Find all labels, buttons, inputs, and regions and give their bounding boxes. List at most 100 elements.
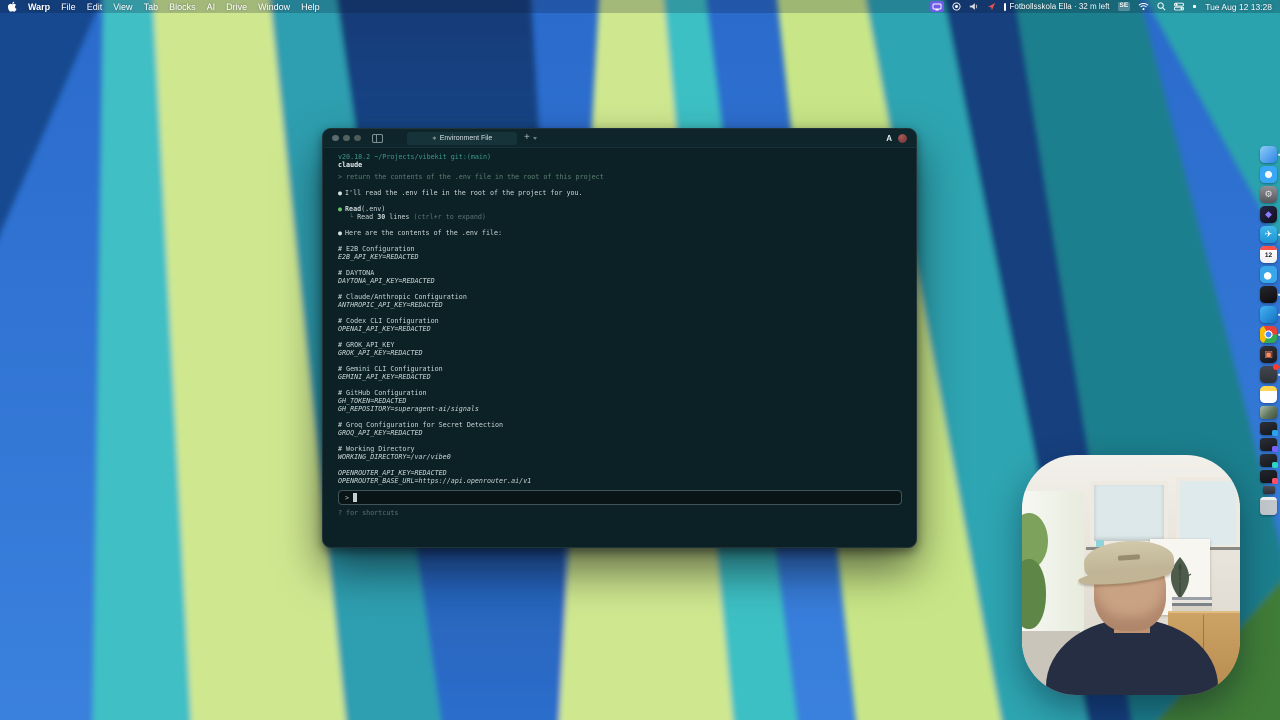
menu-item[interactable]: Edit [87, 2, 103, 12]
tab-prefix-icon: ∗ [432, 135, 437, 142]
apple-menu-icon[interactable] [8, 1, 17, 12]
tab-environment-file[interactable]: ∗ Environment File [407, 132, 517, 145]
window-title-bar: ∗ Environment File + A [323, 129, 916, 148]
env-line [338, 285, 902, 293]
sidebar-toggle-icon[interactable] [372, 134, 383, 143]
terminal-app-icon[interactable] [1260, 286, 1277, 303]
env-line: # GitHub Configuration [338, 389, 902, 397]
badge [1273, 364, 1279, 370]
menu-extra-dot-icon[interactable] [1192, 1, 1197, 12]
header-right-group: A [886, 134, 907, 143]
tool-bullet-icon: ● [338, 205, 342, 213]
badge [1272, 446, 1278, 452]
photo-thumbnail-icon[interactable] [1260, 406, 1277, 419]
chevron-down-icon[interactable] [533, 137, 537, 140]
obsidian-icon[interactable]: ◆ [1260, 206, 1277, 223]
env-line: # E2B Configuration [338, 245, 902, 253]
env-file-contents: # E2B ConfigurationE2B_API_KEY=REDACTED#… [338, 245, 902, 485]
user-prompt-line: > return the contents of the .env file i… [338, 173, 902, 181]
timer-label: Fotbollsskola Ella · 32 m left [1009, 2, 1109, 11]
env-line: OPENROUTER_API_KEY=REDACTED [338, 469, 902, 477]
env-line: GROQ_API_KEY=REDACTED [338, 429, 902, 437]
menu-bar-status: Fotbollsskola Ella · 32 m left SE Tue Au… [930, 1, 1272, 12]
zoom-window-button[interactable] [354, 135, 361, 142]
discord-icon[interactable] [1260, 366, 1277, 383]
minimized-window-icon[interactable] [1260, 454, 1277, 467]
minimized-window-icon[interactable] [1260, 438, 1277, 451]
timer-status[interactable]: Fotbollsskola Ella · 32 m left [1004, 2, 1109, 11]
menu-item[interactable]: Help [301, 2, 320, 12]
env-line [338, 357, 902, 365]
trash-icon[interactable] [1260, 497, 1277, 515]
screen-share-icon[interactable] [930, 1, 944, 12]
tool-call-line: ●Read(.env) [338, 205, 902, 213]
env-line: # GROK_API_KEY [338, 341, 902, 349]
new-tab-button[interactable]: + [524, 133, 530, 143]
env-line: # Codex CLI Configuration [338, 317, 902, 325]
shortcut-hint: ? for shortcuts [338, 509, 902, 517]
safari-icon[interactable] [1260, 166, 1277, 183]
badge [1272, 462, 1278, 468]
env-line [338, 261, 902, 269]
env-line: WORKING_DIRECTORY=/var/vibe0 [338, 453, 902, 461]
account-initial[interactable]: A [886, 134, 892, 143]
webcam-overlay[interactable] [1022, 455, 1240, 695]
avatar[interactable] [898, 134, 907, 143]
tab-title: Environment File [440, 135, 493, 142]
app-menus: Warp File Edit View Tab Blocks AI Drive Window He… [28, 2, 320, 12]
minimized-window-icon[interactable] [1260, 470, 1277, 483]
webcam-window [1090, 481, 1168, 545]
location-app-icon[interactable] [987, 1, 996, 12]
input-source-badge[interactable]: SE [1118, 2, 1131, 11]
volume-app-icon[interactable] [969, 1, 979, 12]
env-line: # Working Directory [338, 445, 902, 453]
close-window-button[interactable] [332, 135, 339, 142]
env-line [338, 333, 902, 341]
badge [1272, 478, 1278, 484]
env-line [338, 309, 902, 317]
menu-item[interactable]: Warp [28, 2, 50, 12]
menu-item[interactable]: Blocks [169, 2, 196, 12]
calendar-icon[interactable]: 12 [1260, 246, 1277, 263]
terminal-input[interactable]: > [338, 490, 902, 505]
env-line: GROK_API_KEY=REDACTED [338, 349, 902, 357]
search-icon[interactable] [1157, 1, 1166, 12]
menu-item[interactable]: AI [207, 2, 216, 12]
minimize-window-button[interactable] [343, 135, 350, 142]
design-app-icon[interactable]: ▣ [1260, 346, 1277, 363]
wifi-icon[interactable] [1138, 1, 1149, 12]
shell-version-line: v20.18.2 ~/Projects/vibekit git:(main) [338, 153, 902, 161]
env-line: OPENAI_API_KEY=REDACTED [338, 325, 902, 333]
stack-icon[interactable] [1263, 486, 1275, 494]
tool-result-line[interactable]: └ Read 30 lines (ctrl+r to expand) [338, 213, 902, 221]
assistant-message-line: ●Here are the contents of the .env file: [338, 229, 902, 237]
env-line: # Claude/Anthropic Configuration [338, 293, 902, 301]
menu-item[interactable]: Tab [144, 2, 159, 12]
system-settings-icon[interactable]: ⚙ [1260, 186, 1277, 203]
bullet-icon: ● [338, 189, 342, 197]
env-line: GEMINI_API_KEY=REDACTED [338, 373, 902, 381]
env-line: # DAYTONA [338, 269, 902, 277]
record-icon[interactable] [952, 1, 961, 12]
env-line [338, 461, 902, 469]
control-center-icon[interactable] [1174, 1, 1184, 12]
env-line [338, 381, 902, 389]
env-line: GH_REPOSITORY=superagent-ai/signals [338, 405, 902, 413]
text-cursor [353, 493, 357, 502]
menu-item[interactable]: Window [258, 2, 290, 12]
menu-item[interactable]: View [113, 2, 132, 12]
shell-command: claude [338, 161, 902, 169]
minimized-window-icon[interactable] [1260, 422, 1277, 435]
vscode-icon[interactable] [1260, 306, 1277, 323]
warp-terminal-window: ∗ Environment File + A v20.18.2 ~/Projec… [322, 128, 917, 548]
menu-item[interactable]: File [61, 2, 76, 12]
blue-app-icon[interactable] [1260, 266, 1277, 283]
chrome-icon[interactable] [1260, 326, 1277, 343]
telegram-icon[interactable]: ✈ [1260, 226, 1277, 243]
menu-item[interactable]: Drive [226, 2, 247, 12]
env-line: # Groq Configuration for Secret Detectio… [338, 421, 902, 429]
env-line: DAYTONA_API_KEY=REDACTED [338, 277, 902, 285]
menu-bar-clock[interactable]: Tue Aug 12 13:28 [1205, 2, 1272, 12]
notes-icon[interactable] [1260, 386, 1277, 403]
finder-icon[interactable] [1260, 146, 1277, 163]
